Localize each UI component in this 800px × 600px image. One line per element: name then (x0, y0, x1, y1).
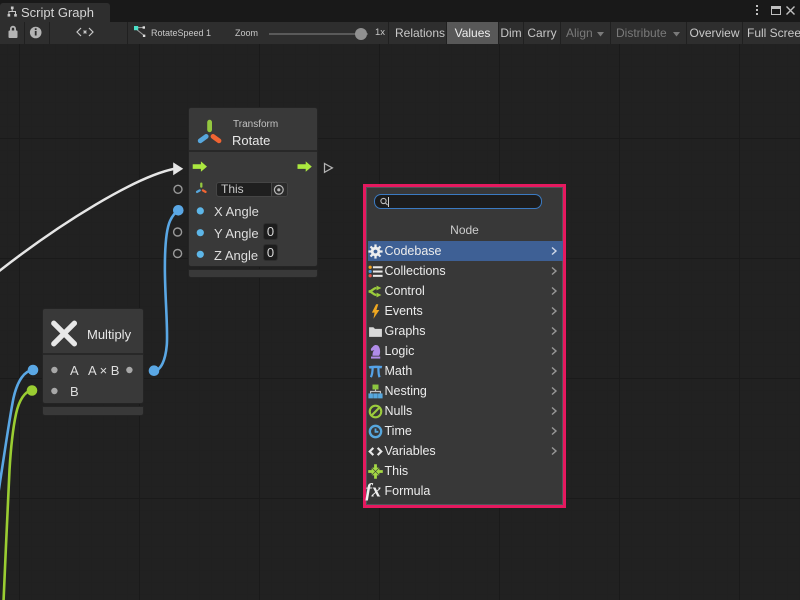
svg-text:fx: fx (365, 480, 381, 501)
